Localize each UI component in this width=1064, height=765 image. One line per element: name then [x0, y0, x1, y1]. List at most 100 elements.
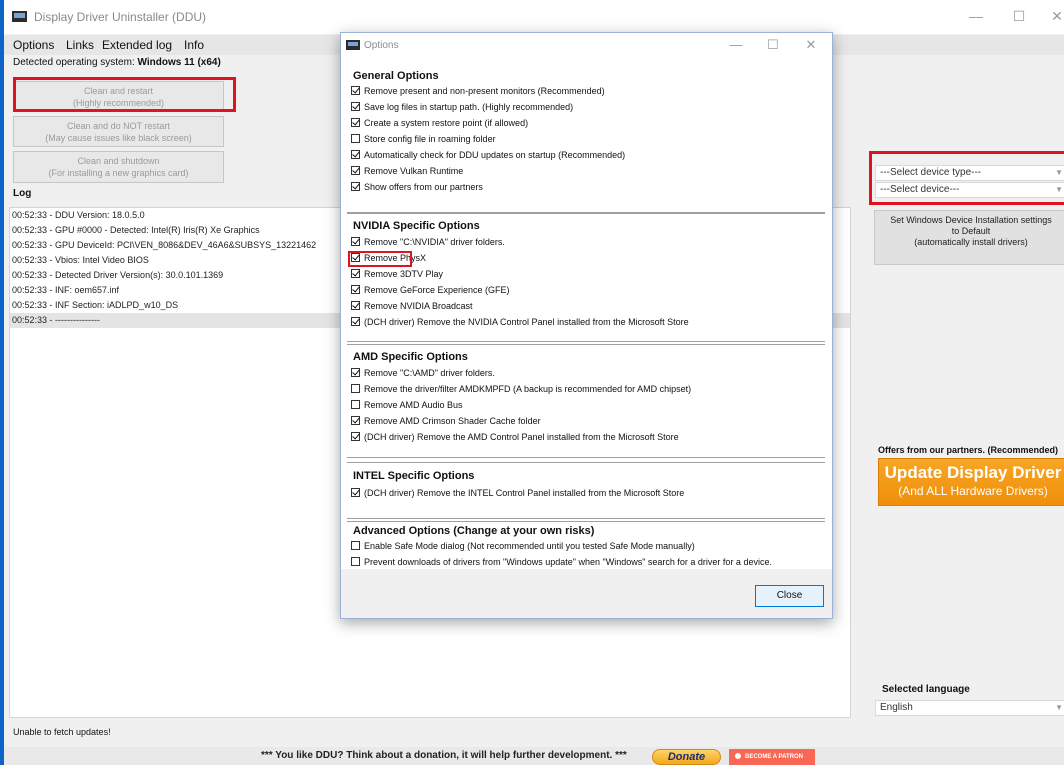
checkbox-checked[interactable] [351, 182, 360, 192]
status-text: Unable to fetch updates! [13, 727, 111, 737]
options-title: Options [364, 40, 399, 51]
nvidia-options-section: NVIDIA Specific Options Remove "C:\NVIDI… [347, 213, 825, 342]
section-header: AMD Specific Options [353, 351, 468, 363]
window-title: Display Driver Uninstaller (DDU) [34, 10, 207, 24]
checkbox-checked[interactable] [351, 237, 360, 247]
option-checkbox[interactable]: Remove the driver/filter AMDKMPFD (A bac… [351, 382, 691, 397]
update-display-driver-button[interactable]: Update Display Driver (And ALL Hardware … [878, 458, 1064, 506]
option-label: Remove present and non-present monitors … [364, 86, 605, 96]
intel-options-section: INTEL Specific Options (DCH driver) Remo… [347, 462, 825, 519]
checkbox-checked[interactable] [351, 285, 360, 295]
options-title-bar: Options — ☐ ✕ [341, 33, 832, 59]
log-label: Log [13, 188, 32, 199]
checkbox-unchecked[interactable] [351, 541, 360, 551]
language-value: English [880, 702, 913, 713]
option-checkbox[interactable]: Store config file in roaming folder [351, 132, 496, 147]
option-label: Automatically check for DDU updates on s… [364, 150, 626, 160]
checkbox-checked[interactable] [351, 416, 360, 426]
highlight-box-device-select [869, 151, 1064, 205]
detected-os: Detected operating system: Windows 11 (x… [13, 57, 221, 68]
option-checkbox[interactable]: Enable Safe Mode dialog (Not recommended… [351, 539, 695, 554]
patreon-icon [735, 753, 741, 760]
option-checkbox[interactable]: (DCH driver) Remove the INTEL Control Pa… [351, 486, 684, 501]
option-checkbox[interactable]: Prevent downloads of drivers from "Windo… [351, 555, 772, 570]
checkbox-checked[interactable] [351, 166, 360, 176]
language-select[interactable]: English ▼ [875, 700, 1064, 716]
option-checkbox[interactable]: Save log files in startup path. (Highly … [351, 100, 573, 115]
checkbox-unchecked[interactable] [351, 400, 360, 410]
option-checkbox[interactable]: Remove present and non-present monitors … [351, 84, 605, 99]
checkbox-unchecked[interactable] [351, 557, 360, 567]
option-checkbox[interactable]: Show offers from our partners [351, 180, 483, 195]
checkbox-checked[interactable] [351, 301, 360, 311]
checkbox-checked[interactable] [351, 317, 360, 327]
option-checkbox[interactable]: Remove AMD Audio Bus [351, 398, 463, 413]
option-checkbox[interactable]: (DCH driver) Remove the NVIDIA Control P… [351, 315, 689, 330]
patron-label: BECOME A PATRON [745, 754, 803, 760]
option-checkbox[interactable]: Remove AMD Crimson Shader Cache folder [351, 414, 541, 429]
option-checkbox[interactable]: Remove "C:\AMD" driver folders. [351, 366, 495, 381]
set-default-line1: Set Windows Device Installation settings [890, 215, 1052, 225]
checkbox-checked[interactable] [351, 86, 360, 96]
offers-label: Offers from our partners. (Recommended) [878, 445, 1059, 455]
option-label: Remove GeForce Experience (GFE) [364, 285, 510, 295]
options-minimize-button[interactable]: — [726, 37, 746, 52]
highlight-box-clean-restart [13, 77, 236, 112]
advanced-options-section: Advanced Options (Change at your own ris… [347, 521, 825, 569]
menu-options[interactable]: Options [13, 38, 54, 52]
option-checkbox[interactable]: Remove "C:\NVIDIA" driver folders. [351, 235, 505, 250]
donation-message: *** You like DDU? Think about a donation… [261, 750, 627, 761]
minimize-button[interactable]: — [966, 8, 986, 24]
close-window-button[interactable]: ✕ [1047, 8, 1064, 25]
ddu-app-icon [346, 40, 360, 50]
close-button[interactable]: Close [755, 585, 824, 607]
option-checkbox[interactable]: Remove 3DTV Play [351, 267, 443, 282]
option-checkbox[interactable]: Automatically check for DDU updates on s… [351, 148, 625, 163]
checkbox-unchecked[interactable] [351, 384, 360, 394]
checkbox-checked[interactable] [351, 432, 360, 442]
highlight-box-remove-physx [348, 251, 412, 267]
clean-no-restart-button[interactable]: Clean and do NOT restart (May cause issu… [13, 116, 224, 147]
options-maximize-button[interactable]: ☐ [763, 37, 783, 53]
donate-button[interactable]: Donate [652, 749, 721, 765]
language-label: Selected language [882, 684, 970, 695]
section-header: INTEL Specific Options [353, 470, 475, 482]
option-label: Show offers from our partners [364, 182, 483, 192]
option-checkbox[interactable]: (DCH driver) Remove the AMD Control Pane… [351, 430, 679, 445]
menu-extended-log[interactable]: Extended log [102, 38, 172, 52]
checkbox-checked[interactable] [351, 368, 360, 378]
maximize-button[interactable]: ☐ [1009, 8, 1029, 25]
option-checkbox[interactable]: Remove Vulkan Runtime [351, 164, 463, 179]
title-bar: Display Driver Uninstaller (DDU) — ☐ ✕ [4, 0, 1064, 34]
option-label: (DCH driver) Remove the NVIDIA Control P… [364, 317, 689, 327]
section-header: Advanced Options (Change at your own ris… [353, 525, 595, 537]
option-checkbox[interactable]: Remove NVIDIA Broadcast [351, 299, 473, 314]
option-label: (DCH driver) Remove the INTEL Control Pa… [364, 488, 685, 498]
option-checkbox[interactable]: Remove GeForce Experience (GFE) [351, 283, 510, 298]
option-checkbox[interactable]: Create a system restore point (if allowe… [351, 116, 528, 131]
checkbox-checked[interactable] [351, 269, 360, 279]
clean-shutdown-line2: (For installing a new graphics card) [48, 168, 189, 178]
checkbox-checked[interactable] [351, 150, 360, 160]
detected-os-value: Windows 11 (x64) [137, 57, 221, 68]
options-dialog: Options — ☐ ✕ General Options Remove pre… [340, 32, 833, 619]
chevron-down-icon: ▼ [1055, 703, 1063, 712]
clean-no-restart-line1: Clean and do NOT restart [67, 121, 170, 131]
checkbox-checked[interactable] [351, 102, 360, 112]
option-label: Remove NVIDIA Broadcast [364, 301, 473, 311]
checkbox-unchecked[interactable] [351, 134, 360, 144]
menu-info[interactable]: Info [184, 38, 204, 52]
options-close-icon[interactable]: ✕ [801, 37, 821, 53]
option-label: (DCH driver) Remove the AMD Control Pane… [364, 432, 679, 442]
checkbox-checked[interactable] [351, 488, 360, 498]
option-label: Remove AMD Crimson Shader Cache folder [364, 416, 541, 426]
checkbox-checked[interactable] [351, 118, 360, 128]
set-default-device-settings-button[interactable]: Set Windows Device Installation settings… [874, 210, 1064, 265]
menu-links[interactable]: Links [66, 38, 94, 52]
detected-os-label: Detected operating system: [13, 57, 135, 68]
become-a-patron-button[interactable]: BECOME A PATRON [729, 749, 815, 765]
clean-and-shutdown-button[interactable]: Clean and shutdown (For installing a new… [13, 151, 224, 183]
option-label: Remove Vulkan Runtime [364, 166, 464, 176]
option-label: Remove AMD Audio Bus [364, 400, 463, 410]
update-line2: (And ALL Hardware Drivers) [898, 484, 1048, 498]
